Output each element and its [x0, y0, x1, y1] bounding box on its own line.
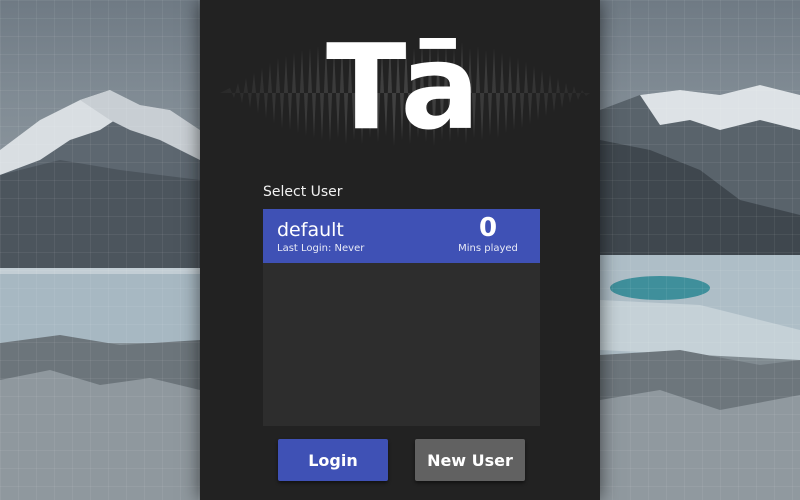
app-window: Tā Select User default Last Login: Never… [0, 0, 800, 500]
user-list: default Last Login: Never 0 Mins played [263, 209, 540, 426]
select-user-label: Select User [263, 184, 343, 200]
user-minutes-played-label: Mins played [458, 243, 518, 254]
login-panel: Tā Select User default Last Login: Never… [200, 0, 600, 500]
new-user-button[interactable]: New User [415, 439, 525, 481]
user-list-item[interactable]: default Last Login: Never 0 Mins played [263, 209, 540, 263]
user-last-login: Last Login: Never [277, 243, 365, 254]
user-minutes-played: 0 [478, 213, 498, 243]
app-logo: Tā [325, 18, 480, 156]
user-name: default [277, 219, 344, 241]
login-button[interactable]: Login [278, 439, 388, 481]
